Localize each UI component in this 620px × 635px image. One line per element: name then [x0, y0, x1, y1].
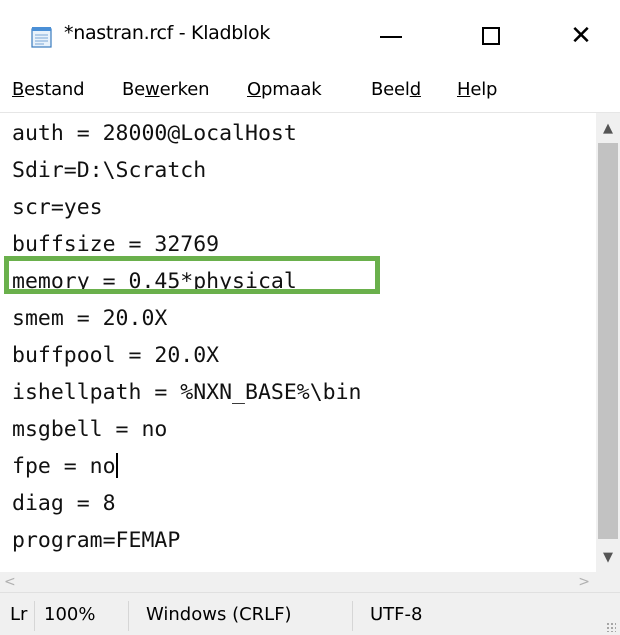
text-line-content: fpe = no [12, 454, 116, 479]
status-divider [34, 601, 35, 631]
menu-bestand[interactable]: Bestand [12, 79, 85, 100]
text-line: smem = 20.0X [12, 306, 168, 331]
window-title: *nastran.rcf - Kladblok [64, 22, 271, 44]
status-divider [128, 601, 129, 631]
text-line: diag = 8 [12, 491, 116, 516]
text-content[interactable]: auth = 28000@LocalHost Sdir=D:\Scratch s… [12, 115, 594, 571]
menu-opmaak[interactable]: Opmaak [247, 79, 322, 100]
maximize-button[interactable] [458, 0, 524, 72]
notepad-icon [30, 26, 54, 48]
status-divider [352, 601, 353, 631]
text-line: msgbell = no [12, 417, 168, 442]
menu-bewerken[interactable]: Bewerken [122, 79, 210, 100]
minimize-button[interactable] [358, 0, 424, 72]
status-position: Lr [10, 604, 28, 625]
text-line: Sdir=D:\Scratch [12, 158, 207, 183]
scrollbar-corner [596, 572, 620, 592]
status-zoom: 100% [44, 604, 96, 625]
minimize-icon [380, 36, 402, 38]
resize-grip-icon[interactable] [606, 622, 616, 632]
close-button[interactable]: ✕ [548, 0, 614, 72]
text-line: ishellpath = %NXN_BASE%\bin [12, 380, 362, 405]
text-line-with-caret: fpe = no [12, 448, 594, 485]
status-encoding: UTF-8 [370, 604, 423, 625]
scroll-down-icon[interactable]: ▼ [596, 543, 620, 573]
vertical-scrollbar[interactable]: ▲ ▼ [596, 113, 620, 573]
menu-help[interactable]: Help [457, 79, 497, 100]
highlight-box [4, 256, 380, 294]
text-line: program=FEMAP [12, 528, 181, 553]
scroll-up-icon[interactable]: ▲ [596, 113, 620, 143]
scroll-thumb[interactable] [598, 143, 618, 539]
text-line: scr=yes [12, 195, 103, 220]
maximize-icon [482, 27, 500, 45]
title-bar[interactable]: *nastran.rcf - Kladblok ✕ [0, 0, 620, 72]
close-icon: ✕ [570, 21, 592, 51]
status-line-ending: Windows (CRLF) [146, 604, 292, 625]
text-line: auth = 28000@LocalHost [12, 121, 297, 146]
horizontal-scrollbar[interactable]: < > [0, 572, 596, 592]
text-line: buffpool = 20.0X [12, 343, 220, 368]
status-bar: Lr 100% Windows (CRLF) UTF-8 [0, 592, 620, 635]
scroll-right-icon[interactable]: > [570, 572, 590, 592]
menu-beeld[interactable]: Beeld [371, 79, 421, 100]
scroll-left-icon[interactable]: < [4, 572, 24, 592]
text-editor[interactable]: auth = 28000@LocalHost Sdir=D:\Scratch s… [0, 112, 620, 573]
notepad-window: *nastran.rcf - Kladblok ✕ Bestand Bewerk… [0, 0, 620, 635]
menu-bar: Bestand Bewerken Opmaak Beeld Help [0, 72, 620, 112]
text-caret [115, 453, 118, 478]
